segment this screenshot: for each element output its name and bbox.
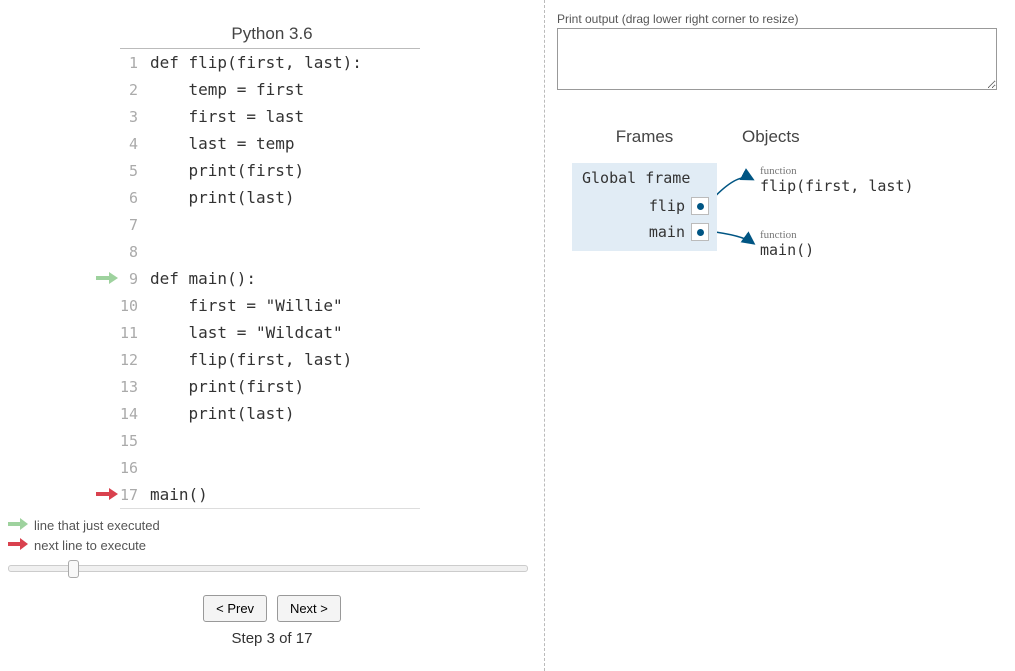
object-signature: main() <box>760 241 814 259</box>
code-line: 14 print(last) <box>120 400 420 427</box>
line-number: 12 <box>120 351 150 369</box>
code-line: 4 last = temp <box>120 130 420 157</box>
code-line: 12 flip(first, last) <box>120 346 420 373</box>
frames-header: Frames <box>557 127 732 147</box>
code-text: temp = first <box>150 80 304 99</box>
code-line: 13 print(first) <box>120 373 420 400</box>
line-number: 4 <box>120 135 150 153</box>
code-line: 16 <box>120 454 420 481</box>
code-line: 2 temp = first <box>120 76 420 103</box>
code-line: 5 print(first) <box>120 157 420 184</box>
prev-button[interactable]: < Prev <box>203 595 267 622</box>
heap-object: function main() <box>760 229 814 259</box>
arrow-green-icon <box>8 518 28 533</box>
line-number: 7 <box>120 216 150 234</box>
code-line: 7 <box>120 211 420 238</box>
code-text: main() <box>150 485 208 504</box>
code-text: def flip(first, last): <box>150 53 362 72</box>
code-text: flip(first, last) <box>150 350 352 369</box>
line-number: 2 <box>120 81 150 99</box>
pointer-dot-icon <box>691 223 709 241</box>
code-line: 10 first = "Willie" <box>120 292 420 319</box>
code-pane: Python 3.6 1def flip(first, last):2 temp… <box>0 0 545 671</box>
code-line: 9def main(): <box>120 265 420 292</box>
object-signature: flip(first, last) <box>760 177 914 195</box>
line-number: 1 <box>120 54 150 72</box>
visualization-pane: Print output (drag lower right corner to… <box>545 0 1015 671</box>
line-number: 6 <box>120 189 150 207</box>
line-number: 3 <box>120 108 150 126</box>
frame-title: Global frame <box>572 169 717 187</box>
code-line: 6 print(last) <box>120 184 420 211</box>
line-number: 17 <box>120 486 150 504</box>
code-line: 11 last = "Wildcat" <box>120 319 420 346</box>
code-line: 15 <box>120 427 420 454</box>
object-type: function <box>760 229 814 241</box>
frame-var-row: main <box>572 219 717 245</box>
line-number: 10 <box>120 297 150 315</box>
code-text: last = "Wildcat" <box>150 323 343 342</box>
var-name: main <box>649 223 685 241</box>
pointer-dot-icon <box>691 197 709 215</box>
code-text: first = "Willie" <box>150 296 343 315</box>
legend-just-executed: line that just executed <box>34 518 160 533</box>
next-line-arrow-icon <box>88 487 118 503</box>
var-name: flip <box>649 197 685 215</box>
object-type: function <box>760 165 914 177</box>
code-text: last = temp <box>150 134 295 153</box>
line-number: 16 <box>120 459 150 477</box>
output-textarea[interactable] <box>557 28 997 90</box>
step-indicator: Step 3 of 17 <box>0 630 544 647</box>
line-number: 8 <box>120 243 150 261</box>
objects-header: Objects <box>742 127 800 147</box>
legend-next: next line to execute <box>34 538 146 553</box>
arrow-red-icon <box>8 538 28 553</box>
line-number: 5 <box>120 162 150 180</box>
line-number: 11 <box>120 324 150 342</box>
line-number: 13 <box>120 378 150 396</box>
code-text: def main(): <box>150 269 256 288</box>
next-button[interactable]: Next > <box>277 595 341 622</box>
global-frame: Global frame flip main <box>572 163 717 251</box>
code-line: 17main() <box>120 481 420 508</box>
code-text: print(first) <box>150 161 304 180</box>
just-executed-arrow-icon <box>88 271 118 287</box>
line-number: 15 <box>120 432 150 450</box>
output-label: Print output (drag lower right corner to… <box>557 12 1003 26</box>
code-text: print(last) <box>150 188 295 207</box>
heap-object: function flip(first, last) <box>760 165 914 195</box>
frame-var-row: flip <box>572 193 717 219</box>
step-slider[interactable] <box>8 565 536 585</box>
code-line: 3 first = last <box>120 103 420 130</box>
code-block: 1def flip(first, last):2 temp = first3 f… <box>120 48 420 509</box>
code-line: 8 <box>120 238 420 265</box>
line-number: 9 <box>120 270 150 288</box>
line-number: 14 <box>120 405 150 423</box>
code-text: print(first) <box>150 377 304 396</box>
language-title: Python 3.6 <box>0 24 544 44</box>
code-text: print(last) <box>150 404 295 423</box>
code-line: 1def flip(first, last): <box>120 49 420 76</box>
code-text: first = last <box>150 107 304 126</box>
legend: line that just executed next line to exe… <box>8 515 544 555</box>
